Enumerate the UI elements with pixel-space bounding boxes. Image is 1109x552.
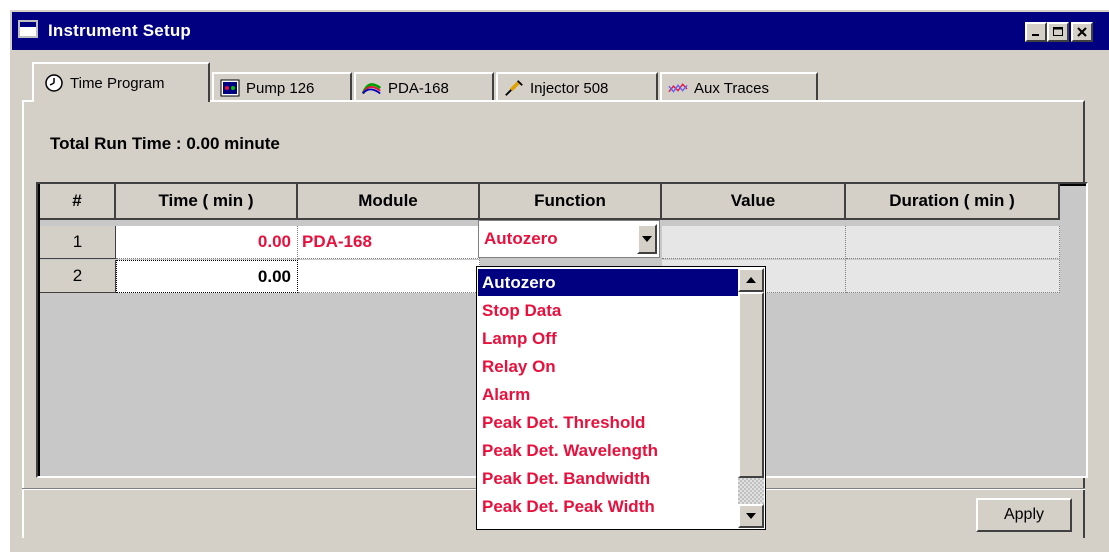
column-header-duration[interactable]: Duration ( min ): [846, 184, 1060, 220]
scroll-down-button[interactable]: [738, 504, 764, 528]
scroll-up-button[interactable]: [738, 268, 764, 292]
cell-time-1[interactable]: 0.00: [116, 226, 298, 259]
tab-label: Pump 126: [246, 79, 315, 97]
combobox-dropdown-button[interactable]: [637, 224, 657, 254]
tab-label: Injector 508: [530, 79, 609, 97]
dropdown-option-relay-on[interactable]: Relay On: [478, 353, 738, 380]
cell-module-2[interactable]: [298, 260, 480, 293]
window-icon: [18, 20, 38, 38]
syringe-icon: [504, 79, 524, 97]
function-dropdown-list[interactable]: Autozero Stop Data Lamp Off Relay On Ala…: [476, 266, 766, 530]
maximize-button[interactable]: [1047, 22, 1069, 42]
cell-duration-1[interactable]: [846, 226, 1060, 259]
tab-injector-508[interactable]: Injector 508: [496, 72, 658, 102]
column-header-time[interactable]: Time ( min ): [116, 184, 298, 220]
tab-label: Time Program: [70, 74, 165, 92]
cell-value-1[interactable]: [662, 226, 846, 259]
total-run-time: Total Run Time : 0.00 minute: [50, 134, 280, 153]
dropdown-scrollbar[interactable]: [738, 268, 764, 528]
function-combobox[interactable]: Autozero: [478, 220, 660, 258]
scroll-thumb[interactable]: [738, 292, 764, 478]
dropdown-option-peak-det-wavelength[interactable]: Peak Det. Wavelength: [478, 437, 738, 464]
minimize-button[interactable]: [1025, 22, 1047, 42]
tab-pump-126[interactable]: Pump 126: [212, 72, 352, 102]
traces-icon: [668, 79, 688, 97]
cell-module-1[interactable]: PDA-168: [298, 226, 480, 259]
apply-button[interactable]: Apply: [976, 498, 1072, 532]
dropdown-option-autozero[interactable]: Autozero: [478, 269, 738, 296]
pump-icon: [220, 79, 240, 97]
tab-time-program[interactable]: Time Program: [32, 62, 210, 102]
title-bar[interactable]: Instrument Setup: [12, 12, 1109, 50]
close-button[interactable]: [1071, 22, 1093, 42]
spectrum-icon: [362, 79, 382, 97]
function-combobox-value: Autozero: [484, 229, 558, 248]
dropdown-option-peak-det-peak-width[interactable]: Peak Det. Peak Width: [478, 493, 738, 520]
clock-icon: [44, 74, 64, 92]
column-header-number: #: [40, 184, 116, 220]
dropdown-option-peak-det-bandwidth[interactable]: Peak Det. Bandwidth: [478, 465, 738, 492]
minimize-icon: [1032, 34, 1039, 36]
row-header-2[interactable]: 2: [40, 260, 116, 293]
tab-label: Aux Traces: [694, 79, 770, 97]
window-title: Instrument Setup: [48, 21, 191, 40]
column-header-function[interactable]: Function: [480, 184, 662, 220]
dropdown-option-peak-det-threshold[interactable]: Peak Det. Threshold: [478, 409, 738, 436]
maximize-icon: [1052, 27, 1063, 36]
chevron-up-icon: [746, 277, 756, 283]
tab-aux-traces[interactable]: Aux Traces: [660, 72, 818, 102]
row-header-1[interactable]: 1: [40, 226, 116, 259]
dropdown-option-stop-data[interactable]: Stop Data: [478, 297, 738, 324]
chevron-down-icon: [642, 236, 652, 242]
close-icon: [1077, 27, 1087, 37]
column-header-module[interactable]: Module: [298, 184, 480, 220]
column-header-value[interactable]: Value: [662, 184, 846, 220]
dropdown-option-lamp-off[interactable]: Lamp Off: [478, 325, 738, 352]
cell-time-2[interactable]: 0.00: [116, 260, 298, 293]
chevron-down-icon: [746, 513, 756, 519]
cell-duration-2[interactable]: [846, 260, 1060, 293]
dropdown-option-alarm[interactable]: Alarm: [478, 381, 738, 408]
tab-pda-168[interactable]: PDA-168: [354, 72, 494, 102]
tab-label: PDA-168: [388, 79, 449, 97]
